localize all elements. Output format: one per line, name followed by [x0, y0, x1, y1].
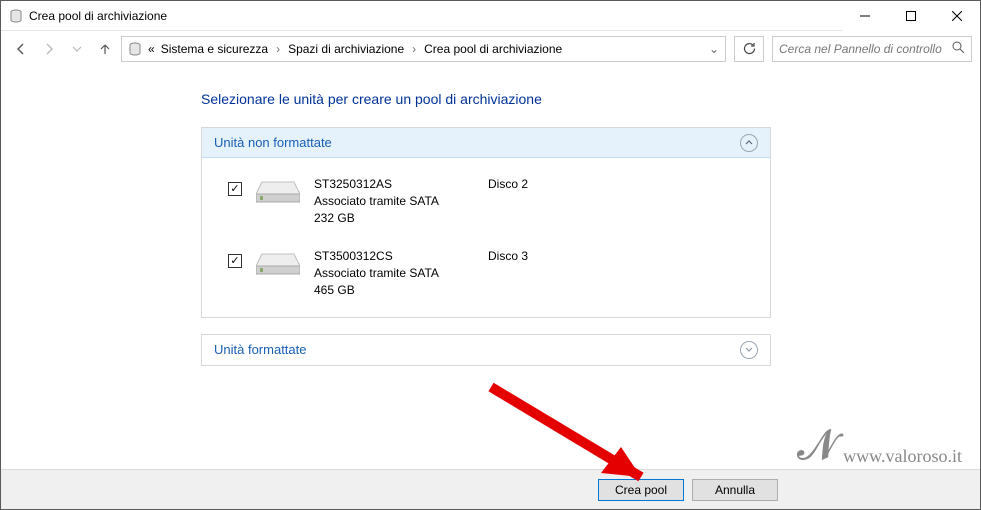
drive-model: ST3250312AS	[314, 176, 474, 193]
drive-connection: Associato tramite SATA	[314, 265, 474, 282]
drive-disk-label: Disco 3	[488, 248, 608, 265]
chevron-right-icon: ›	[276, 42, 280, 56]
content: Selezionare le unità per creare un pool …	[1, 67, 980, 469]
navbar: « Sistema e sicurezza › Spazi di archivi…	[1, 31, 980, 67]
address-bar[interactable]: « Sistema e sicurezza › Spazi di archivi…	[121, 36, 726, 62]
chevron-up-icon	[740, 134, 758, 152]
chevron-right-icon: ›	[412, 42, 416, 56]
drive-row: ✓ ST3500312CS Associato tramite SATA 4	[228, 248, 758, 298]
section-formatted-title: Unità formattate	[214, 342, 307, 357]
address-icon	[128, 42, 142, 56]
drive-size: 232 GB	[314, 210, 474, 227]
drive-info: ST3250312AS Associato tramite SATA 232 G…	[314, 176, 474, 226]
drive-checkbox[interactable]: ✓	[228, 182, 242, 196]
page-title: Selezionare le unità per creare un pool …	[201, 91, 771, 107]
hard-drive-icon	[256, 178, 300, 204]
section-unformatted-header[interactable]: Unità non formattate	[202, 128, 770, 158]
page: Selezionare le unità per creare un pool …	[201, 91, 771, 366]
create-pool-button[interactable]: Crea pool	[598, 479, 684, 501]
breadcrumb-item[interactable]: Spazi di archiviazione	[288, 42, 404, 56]
nav-recent-dropdown[interactable]	[65, 37, 89, 61]
maximize-button[interactable]	[888, 1, 934, 31]
minimize-button[interactable]	[842, 1, 888, 31]
drive-disk-label: Disco 2	[488, 176, 608, 193]
nav-up-button[interactable]	[93, 37, 117, 61]
section-formatted: Unità formattate	[201, 334, 771, 366]
search-input[interactable]: Cerca nel Pannello di controllo	[772, 36, 972, 62]
chevron-down-icon	[740, 341, 758, 359]
drive-size: 465 GB	[314, 282, 474, 299]
footer: Crea pool Annulla	[1, 469, 980, 509]
titlebar: Crea pool di archiviazione	[1, 1, 980, 31]
window-title: Crea pool di archiviazione	[29, 9, 167, 23]
search-icon	[952, 41, 965, 57]
drive-info: ST3500312CS Associato tramite SATA 465 G…	[314, 248, 474, 298]
drive-connection: Associato tramite SATA	[314, 193, 474, 210]
breadcrumb-item[interactable]: Sistema e sicurezza	[161, 42, 268, 56]
drive-checkbox[interactable]: ✓	[228, 254, 242, 268]
nav-forward-button[interactable]	[37, 37, 61, 61]
breadcrumb-prefix: «	[148, 42, 155, 56]
close-button[interactable]	[934, 1, 980, 31]
drive-model: ST3500312CS	[314, 248, 474, 265]
breadcrumb-item[interactable]: Crea pool di archiviazione	[424, 42, 562, 56]
refresh-button[interactable]	[734, 36, 764, 62]
drive-row: ✓ ST3250312AS Associato tramite SATA 2	[228, 176, 758, 226]
section-unformatted: Unità non formattate ✓	[201, 127, 771, 318]
window: Crea pool di archiviazione « Sistema e s…	[0, 0, 981, 510]
search-placeholder: Cerca nel Pannello di controllo	[779, 42, 942, 56]
section-formatted-header[interactable]: Unità formattate	[202, 335, 770, 365]
nav-back-button[interactable]	[9, 37, 33, 61]
address-dropdown-icon[interactable]: ⌄	[709, 42, 719, 56]
app-icon	[9, 9, 23, 23]
hard-drive-icon	[256, 250, 300, 276]
section-unformatted-title: Unità non formattate	[214, 135, 332, 150]
window-controls	[842, 1, 980, 31]
cancel-button[interactable]: Annulla	[692, 479, 778, 501]
section-unformatted-body: ✓ ST3250312AS Associato tramite SATA 2	[202, 158, 770, 317]
